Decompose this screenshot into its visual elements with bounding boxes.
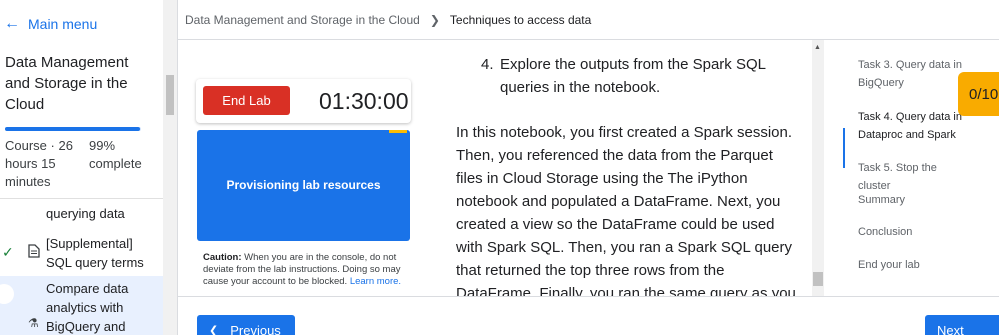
sidebar-item-label: [Supplemental] SQL query terms: [46, 236, 144, 270]
back-arrow-icon: ←: [4, 15, 20, 32]
outline-item-end-lab[interactable]: End your lab: [858, 256, 968, 274]
next-button[interactable]: Next: [925, 315, 999, 335]
chevron-right-icon: ❯: [429, 12, 440, 27]
sidebar-item-label: Compare data analytics with BigQuery and: [46, 281, 129, 334]
next-label: Next: [937, 322, 964, 335]
caution-label: Caution:: [203, 252, 242, 263]
breadcrumb-course[interactable]: Data Management and Storage in the Cloud: [185, 13, 420, 27]
score-badge[interactable]: 0/10: [958, 72, 999, 116]
bottom-nav-bar: [178, 296, 999, 335]
outline-item-summary[interactable]: Summary: [858, 191, 968, 209]
sidebar-divider: [0, 198, 163, 199]
outline-item-task4[interactable]: Task 4. Query data in Dataproc and Spark: [858, 108, 968, 144]
sidebar-item-sql-query-terms[interactable]: ✓ [Supplemental] SQL query terms: [0, 228, 163, 276]
step-number: 4.: [481, 56, 494, 73]
course-sidebar: ← Main menu Data Management and Storage …: [0, 0, 178, 335]
document-icon: [28, 244, 40, 263]
sidebar-item-partial[interactable]: querying data: [46, 206, 125, 221]
flask-icon: ⚗: [28, 316, 39, 330]
end-lab-button[interactable]: End Lab: [203, 86, 290, 115]
sidebar-item-compare-analytics[interactable]: ⚗ Compare data analytics with BigQuery a…: [0, 276, 163, 335]
outline-active-indicator: [843, 128, 845, 168]
breadcrumb: Data Management and Storage in the Cloud…: [178, 0, 999, 40]
caution-notice: Caution: When you are in the console, do…: [203, 252, 408, 288]
main-menu-label: Main menu: [28, 16, 98, 32]
breadcrumb-current: Techniques to access data: [449, 12, 592, 27]
content-scrollbar[interactable]: ▲: [812, 40, 824, 296]
checkmark-icon: ✓: [2, 244, 14, 260]
course-progress-bar: [5, 127, 141, 131]
lab-control-card: End Lab 01:30:00: [196, 79, 411, 123]
course-duration: Course · 26 hours 15 minutes: [5, 138, 73, 189]
status-circle-icon: [0, 284, 14, 304]
sidebar-scrollbar-thumb[interactable]: [166, 75, 174, 115]
provisioning-label: Provisioning lab resources: [226, 178, 381, 192]
course-progress-fill: [5, 127, 140, 131]
outline-item-task5[interactable]: Task 5. Stop the cluster: [858, 159, 968, 195]
content-paragraph: In this notebook, you first created a Sp…: [456, 124, 796, 302]
sidebar-scrollbar[interactable]: [163, 0, 177, 335]
content-scrollbar-thumb[interactable]: [813, 272, 823, 286]
main-menu-link[interactable]: ← Main menu: [4, 15, 97, 33]
learn-more-link[interactable]: Learn more.: [350, 276, 401, 287]
outline-item-conclusion[interactable]: Conclusion: [858, 223, 968, 241]
chevron-left-icon: ❮: [209, 324, 219, 335]
course-title: Data Management and Storage in the Cloud: [5, 54, 129, 113]
previous-button[interactable]: ❮ Previous: [197, 315, 295, 335]
step-text: Explore the outputs from the Spark SQL q…: [500, 56, 766, 96]
scroll-up-icon[interactable]: ▲: [814, 44, 821, 51]
provisioning-card: Provisioning lab resources: [197, 130, 410, 241]
course-progress-text: 99% complete: [89, 138, 142, 171]
lab-timer: 01:30:00: [319, 88, 409, 114]
provisioning-indicator: [389, 130, 407, 133]
outline-item-task3[interactable]: Task 3. Query data in BigQuery: [858, 56, 968, 92]
previous-label: Previous: [230, 322, 281, 335]
